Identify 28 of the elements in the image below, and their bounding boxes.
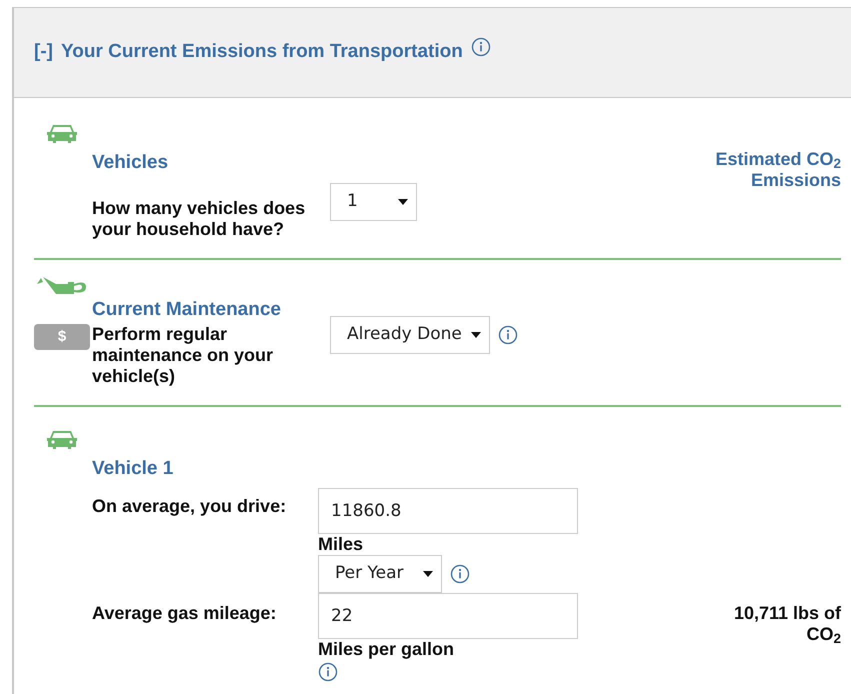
info-icon[interactable] <box>470 36 491 56</box>
car-icon <box>46 429 78 451</box>
mileage-input[interactable]: 22 <box>318 592 578 638</box>
cost-badge: $ <box>34 324 90 350</box>
caret-icon <box>471 332 481 338</box>
distance-input[interactable]: 11860.8 <box>318 488 578 534</box>
section-heading: Vehicle 1 <box>92 457 174 481</box>
question-label: How many vehicles does your household have? <box>92 198 306 240</box>
unit-label: Miles per gallon <box>318 638 456 660</box>
info-icon[interactable] <box>498 324 518 344</box>
dropdown[interactable]: Already Done <box>330 316 490 354</box>
section-heading: Vehicles <box>92 151 170 175</box>
dropdown[interactable]: 1 <box>330 183 417 221</box>
field-label: On average, you drive: <box>92 496 288 516</box>
unit-label: Miles <box>318 534 364 554</box>
caret-icon <box>423 570 433 576</box>
info-icon[interactable] <box>450 564 470 584</box>
collapse-toggle[interactable]: [-] <box>34 38 53 67</box>
section-heading: Current Maintenance <box>92 298 282 322</box>
emissions-result: 10,711 lbs of CO$_{2}$ <box>732 602 841 648</box>
info-icon[interactable] <box>318 662 338 682</box>
caret-icon <box>398 199 408 205</box>
column-heading: Estimated CO$_{2}$ Emissions <box>714 148 841 192</box>
car-icon <box>46 123 78 145</box>
field-label: Average gas mileage: <box>92 602 278 624</box>
dropdown[interactable]: Per Year <box>318 554 442 592</box>
question-label: Perform regular maintenance on your vehicle(s) <box>92 324 274 387</box>
section-title: Your Current Emissions from Transportation <box>60 40 463 64</box>
